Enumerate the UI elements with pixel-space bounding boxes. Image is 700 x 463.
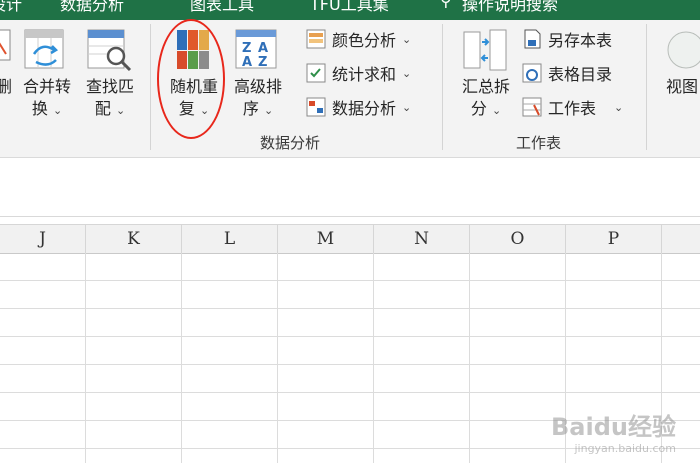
search-icon[interactable]: ⚲ <box>440 0 452 10</box>
merge-convert-label-2: 换 <box>31 99 48 118</box>
save-as-table-label: 另存本表 <box>548 31 613 50</box>
chevron-down-icon: ⌄ <box>614 100 624 114</box>
grid-line <box>0 392 700 393</box>
grid-line <box>85 253 86 463</box>
grid-line <box>0 308 700 309</box>
data-analysis-label: 数据分析 <box>332 99 397 118</box>
summary-split-button[interactable]: 汇总拆 分 ⌄ <box>456 76 516 122</box>
column-header-k[interactable]: K <box>86 225 182 253</box>
chevron-down-icon: ⌄ <box>402 66 412 80</box>
advanced-sort-button[interactable]: 高级排 序 ⌄ <box>228 76 288 122</box>
formula-bar-area <box>0 158 700 217</box>
grid-line <box>469 253 470 463</box>
watermark-brand: Baidu经验 <box>551 413 676 441</box>
watermark: Baidu经验 jingyan.baidu.com <box>551 407 676 455</box>
save-as-table-button[interactable]: 另存本表 <box>522 26 612 52</box>
worksheet-icon <box>522 97 542 117</box>
lookup-match-icon <box>86 28 134 74</box>
worksheet-button[interactable]: 工作表 ⌄ <box>522 94 623 120</box>
view-button[interactable]: 视图 <box>666 76 698 98</box>
color-analysis-button[interactable]: 颜色分析 ⌄ <box>306 26 411 52</box>
summary-split-label: 汇总拆 <box>461 77 510 96</box>
table-directory-icon <box>522 63 542 83</box>
summary-split-icon <box>462 28 510 74</box>
chevron-down-icon: ⌄ <box>52 104 63 117</box>
delete-button-label[interactable]: 删 <box>0 76 12 98</box>
worksheet-label: 工作表 <box>548 99 597 118</box>
highlight-oval <box>157 19 225 139</box>
tab-chart-tools[interactable]: 图表工具 <box>190 0 254 15</box>
grid-line <box>0 364 700 365</box>
chevron-down-icon: ⌄ <box>402 100 412 114</box>
tab-design[interactable]: 设计 <box>0 0 22 15</box>
stat-sum-icon <box>306 63 326 83</box>
merge-convert-button[interactable]: 合并转 换 ⌄ <box>18 76 76 122</box>
column-header-n[interactable]: N <box>374 225 470 253</box>
save-icon <box>522 29 542 49</box>
stat-sum-label: 统计求和 <box>332 65 397 84</box>
color-analysis-label: 颜色分析 <box>332 31 397 50</box>
group-separator <box>442 24 443 150</box>
summary-split-label-2: 分 <box>470 99 487 118</box>
title-tab-bar: 设计 数据分析 图表工具 TFU工具集 ⚲ 操作说明搜索 <box>0 0 700 20</box>
svg-text:Z: Z <box>258 55 267 70</box>
table-directory-button[interactable]: 表格目录 <box>522 60 612 86</box>
grid-line <box>181 253 182 463</box>
column-header-o[interactable]: O <box>470 225 566 253</box>
advanced-sort-label-2: 序 <box>242 99 259 118</box>
column-header-j[interactable]: J <box>0 225 86 253</box>
tell-me-search[interactable]: 操作说明搜索 <box>462 0 558 15</box>
advanced-sort-icon: Z A A Z <box>234 28 280 72</box>
delete-icon <box>0 28 12 68</box>
column-header-l[interactable]: L <box>182 225 278 253</box>
stat-sum-button[interactable]: 统计求和 ⌄ <box>306 60 411 86</box>
column-header-p[interactable]: P <box>566 225 662 253</box>
tab-data-analysis[interactable]: 数据分析 <box>60 0 124 15</box>
grid-line <box>277 253 278 463</box>
view-icon <box>664 30 700 70</box>
lookup-match-label-2: 配 <box>94 99 111 118</box>
data-analysis-button[interactable]: 数据分析 ⌄ <box>306 94 411 120</box>
chevron-down-icon: ⌄ <box>491 104 502 117</box>
watermark-url: jingyan.baidu.com <box>574 442 676 455</box>
chevron-down-icon: ⌄ <box>402 32 412 46</box>
svg-text:A: A <box>242 55 252 70</box>
group-label-data-analysis: 数据分析 <box>260 134 321 152</box>
merge-convert-label: 合并转 <box>22 77 71 96</box>
chevron-down-icon: ⌄ <box>115 104 126 117</box>
color-analysis-icon <box>306 29 326 49</box>
grid-line <box>0 336 700 337</box>
svg-text:A: A <box>258 41 268 56</box>
group-separator <box>150 24 151 150</box>
lookup-match-button[interactable]: 查找匹 配 ⌄ <box>80 76 140 122</box>
chevron-down-icon: ⌄ <box>263 104 274 117</box>
advanced-sort-label: 高级排 <box>233 77 282 96</box>
ribbon: 删 合并转 换 ⌄ 查找匹 配 ⌄ 随机重 复 ⌄ Z A A Z 高级排 序 … <box>0 20 700 158</box>
column-header-q[interactable] <box>662 225 700 253</box>
column-header-row: J K L M N O P <box>0 224 700 254</box>
column-header-m[interactable]: M <box>278 225 374 253</box>
lookup-match-label: 查找匹 <box>85 77 134 96</box>
grid-line <box>373 253 374 463</box>
group-label-worksheet: 工作表 <box>516 134 562 152</box>
group-separator <box>646 24 647 150</box>
grid-line <box>0 280 700 281</box>
merge-convert-icon <box>22 28 68 72</box>
svg-text:Z: Z <box>242 41 251 56</box>
table-directory-label: 表格目录 <box>548 65 613 84</box>
data-analysis-icon <box>306 97 326 117</box>
tab-tfu-tools[interactable]: TFU工具集 <box>310 0 389 15</box>
